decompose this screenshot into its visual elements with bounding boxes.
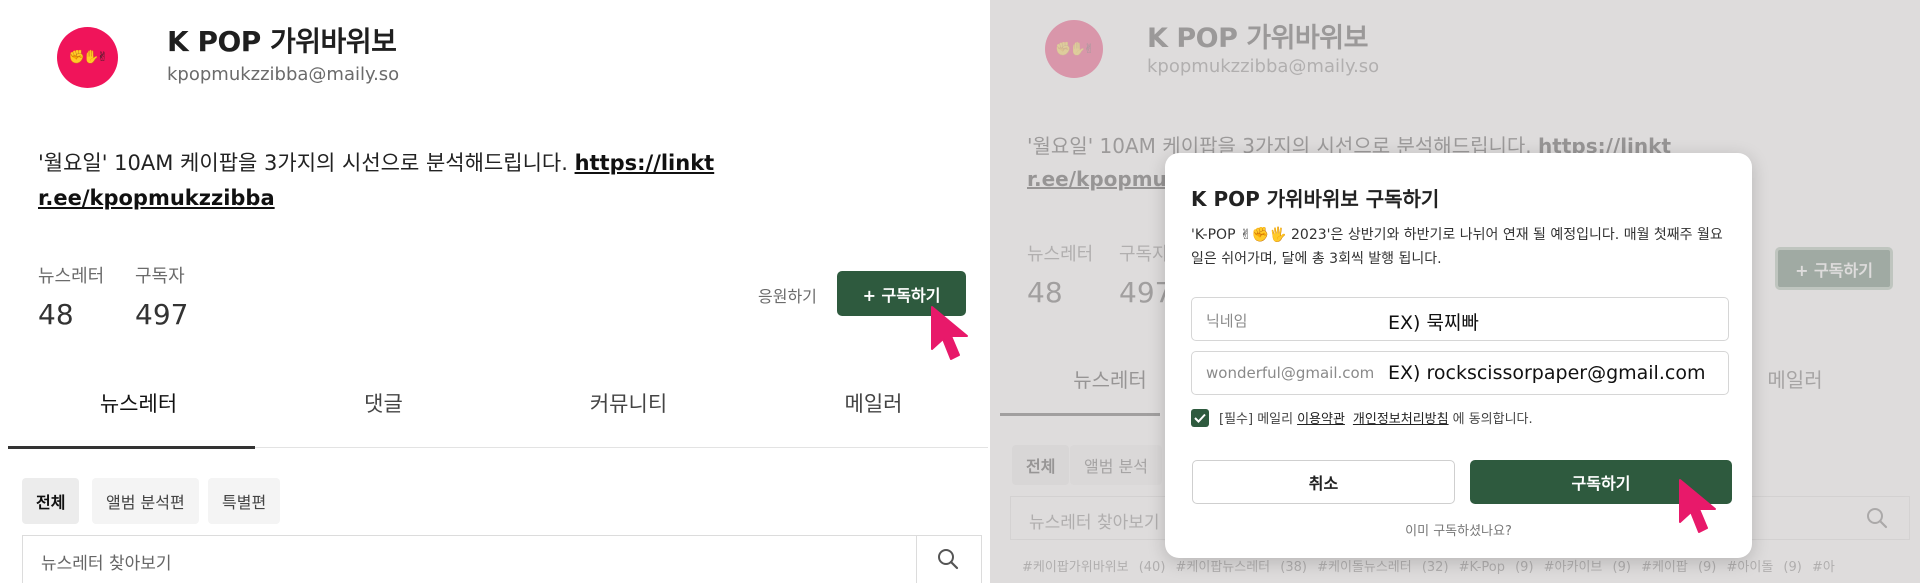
modal-title: K POP 가위바위보 구독하기 bbox=[1191, 187, 1440, 211]
pointer-cursor-icon bbox=[931, 306, 968, 360]
privacy-policy-link[interactable]: 개인정보처리방침 bbox=[1353, 408, 1449, 427]
agree-checkbox[interactable] bbox=[1191, 408, 1209, 427]
filter-chip-album[interactable]: 앨범 분석편 bbox=[92, 478, 199, 524]
search-divider bbox=[916, 536, 917, 583]
page-title: K POP 가위바위보 bbox=[167, 25, 397, 58]
subscribe-modal: K POP 가위바위보 구독하기 'K-POP ✌✊🖐 2023'은 상반기와 … bbox=[1165, 153, 1752, 558]
email-example: EX) rockscissorpaper@gmail.com bbox=[1388, 362, 1706, 384]
already-subscribed-link[interactable]: 이미 구독하셨나요? bbox=[1165, 520, 1752, 539]
nickname-field[interactable]: 닉네임 EX) 묵찌빠 bbox=[1191, 297, 1729, 341]
email-placeholder: wonderful@gmail.com bbox=[1206, 364, 1375, 382]
tab-mailer[interactable]: 메일러 bbox=[751, 388, 990, 418]
tab-community[interactable]: 커뮤니티 bbox=[506, 388, 751, 418]
stat-subscribers: 구독자 497 bbox=[135, 266, 189, 331]
cancel-button[interactable]: 취소 bbox=[1192, 460, 1455, 504]
content-tabs: 뉴스레터 댓글 커뮤니티 메일러 bbox=[8, 388, 988, 450]
filter-chip-special[interactable]: 특별편 bbox=[208, 478, 281, 524]
nickname-example: EX) 묵찌빠 bbox=[1388, 312, 1479, 334]
newsletter-email: kpopmukzzibba@maily.so bbox=[167, 64, 400, 85]
filter-chip-all[interactable]: 전체 bbox=[22, 478, 80, 524]
tab-newsletter[interactable]: 뉴스레터 bbox=[16, 388, 261, 418]
tab-comments[interactable]: 댓글 bbox=[261, 388, 506, 418]
rock-paper-scissors-hands-icon: ✊✋✌ bbox=[68, 50, 108, 65]
search-box[interactable]: 뉴스레터 찾아보기 bbox=[22, 535, 982, 583]
email-field[interactable]: wonderful@gmail.com EX) rockscissorpaper… bbox=[1191, 351, 1729, 395]
subscribe-modal-view: ✊✋✌ K POP 가위바위보 kpopmukzzibba@maily.so '… bbox=[990, 0, 1920, 583]
terms-agreement: [필수] 메일리 이용약관 개인정보처리방침 에 동의합니다. bbox=[1191, 408, 1533, 427]
newsletter-page: ✊✋✌ K POP 가위바위보 kpopmukzzibba@maily.so '… bbox=[0, 0, 990, 583]
stat-newsletters: 뉴스레터 48 bbox=[38, 266, 105, 331]
support-button[interactable]: 응원하기 bbox=[758, 283, 817, 307]
pointer-cursor-icon bbox=[1679, 479, 1716, 533]
search-icon[interactable] bbox=[937, 548, 959, 570]
terms-link[interactable]: 이용약관 bbox=[1297, 408, 1345, 427]
avatar: ✊✋✌ bbox=[57, 27, 118, 88]
modal-description: 'K-POP ✌✊🖐 2023'은 상반기와 하반기로 나뉘어 연재 될 예정입… bbox=[1191, 227, 1723, 267]
checkmark-icon bbox=[1194, 413, 1206, 423]
search-input[interactable]: 뉴스레터 찾아보기 bbox=[41, 549, 172, 574]
active-tab-indicator bbox=[8, 446, 255, 449]
newsletter-description: '월요일' 10AM 케이팝을 3가지의 시선으로 분석해드립니다. https… bbox=[38, 151, 715, 210]
nickname-placeholder: 닉네임 bbox=[1206, 312, 1248, 330]
